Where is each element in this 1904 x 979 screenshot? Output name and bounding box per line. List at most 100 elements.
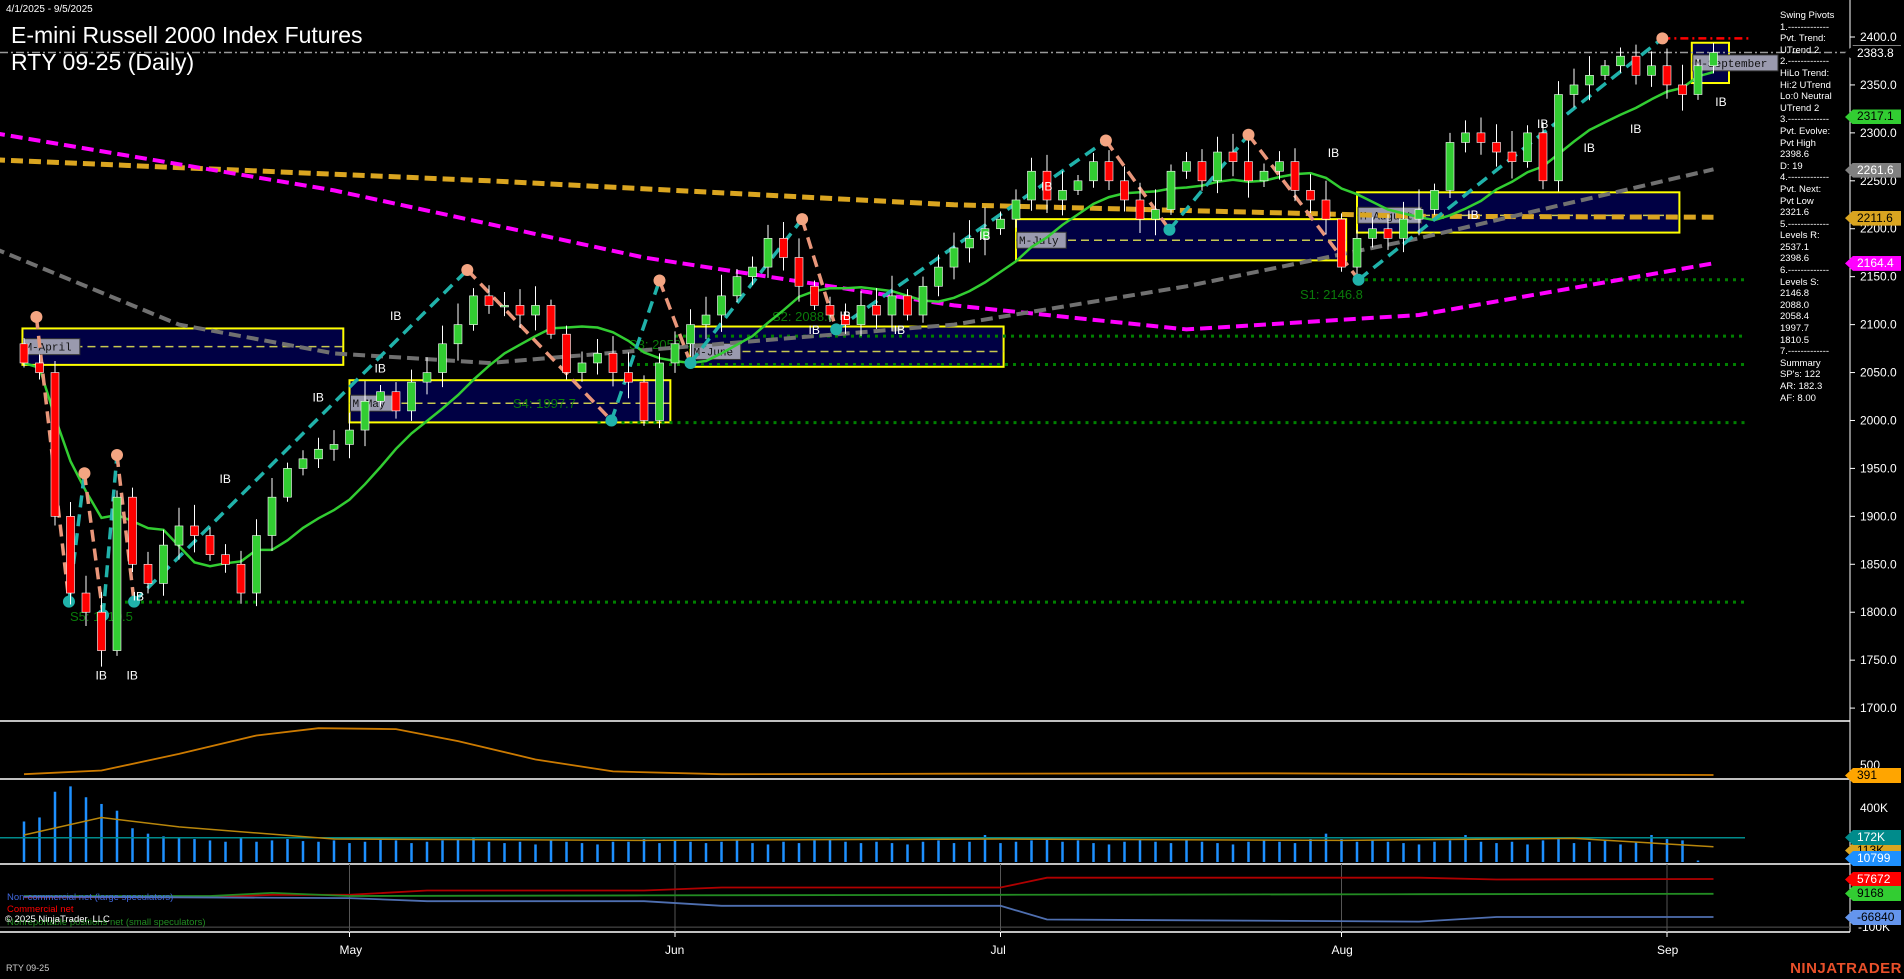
ib-label: IB [1041, 179, 1052, 193]
y-tick-label: 2000.0 [1860, 413, 1897, 427]
candle-down [19, 343, 29, 364]
candle-up [1352, 238, 1362, 268]
y-tick-label: 1800.0 [1860, 605, 1897, 619]
info-line: Pvt. Trend: [1780, 33, 1826, 45]
candle-down [1507, 151, 1517, 162]
y-tick-label: 1850.0 [1860, 557, 1897, 571]
indicator-value-tag: 172K [1845, 830, 1901, 845]
swing-high-marker [78, 467, 91, 480]
indicator-value-tag: 10799 [1845, 851, 1901, 866]
info-line: Lo:0 Neutral [1780, 91, 1832, 103]
info-line: Levels R: [1780, 230, 1820, 242]
price-chart[interactable]: 2400.02350.02300.02250.02200.02150.02100… [0, 0, 1904, 979]
candle-up [1647, 65, 1656, 76]
candle-down [81, 592, 91, 613]
info-line: 2088.0 [1780, 299, 1810, 311]
candle-up [577, 362, 587, 373]
candle-down [1383, 228, 1393, 239]
candle-up [1414, 209, 1424, 220]
swing-high-marker [1656, 32, 1669, 45]
swing-high-marker [796, 213, 809, 226]
swing-up-leg [1168, 133, 1250, 231]
swing-low-marker [605, 414, 618, 427]
candle-down [66, 516, 75, 594]
candle-down [1321, 199, 1331, 220]
info-line: 3.------------- [1780, 114, 1830, 126]
ib-label: IB [809, 323, 820, 337]
candle-up [1275, 161, 1284, 172]
info-line: SP's: 122 [1780, 369, 1821, 381]
candle-down [515, 305, 525, 316]
candle-up [593, 353, 602, 364]
candle-up [887, 295, 897, 316]
candle-up [1213, 151, 1222, 182]
candle-up [438, 343, 447, 373]
candle-down [1244, 161, 1253, 182]
swing-high-marker [30, 310, 43, 323]
y-tick-label: 2300.0 [1860, 126, 1897, 140]
candle-up [1523, 132, 1532, 162]
candle-up [1600, 65, 1610, 76]
candle-up [670, 343, 680, 364]
candle-down [779, 238, 788, 258]
candle-down [1631, 55, 1641, 76]
swing-low-marker [62, 595, 75, 608]
candle-down [1135, 199, 1145, 220]
symbol-label: RTY 09-25 [6, 963, 50, 973]
ib-label: IB [1715, 95, 1726, 109]
indicator-value-tag: 57672 [1845, 872, 1901, 887]
candle-up [422, 372, 432, 383]
candle-down [97, 611, 106, 651]
oscillator-line [23, 727, 1714, 776]
candle-down [128, 496, 137, 565]
indicator-value-tag: 391 [1845, 768, 1901, 783]
candle-up [1399, 218, 1408, 239]
info-line: 1810.5 [1780, 334, 1810, 346]
ib-label: IB [894, 323, 905, 337]
info-line: 1.------------- [1780, 21, 1830, 33]
candle-up [1058, 190, 1067, 201]
candle-up [314, 448, 323, 460]
candle-up [763, 238, 773, 268]
swing-low-marker [1163, 223, 1176, 236]
info-line: 2398.6 [1780, 253, 1810, 265]
chart-title: E-mini Russell 2000 Index Futures [11, 22, 363, 48]
cot-noncommercial-line [23, 895, 1714, 923]
swing-high-marker [111, 448, 123, 461]
candle-down [391, 391, 401, 412]
info-line: 4.------------- [1780, 172, 1830, 184]
info-line: 2058.4 [1780, 311, 1810, 323]
x-tick-label: Jun [665, 943, 684, 957]
candle-down [221, 554, 230, 565]
x-tick-label: Aug [1332, 943, 1353, 957]
y-tick-label: 1750.0 [1860, 653, 1897, 667]
info-line: Levels S: [1780, 276, 1820, 288]
legend-noncommercial: Non-commercial net (large speculators) [7, 892, 174, 903]
candle-up [1182, 161, 1191, 172]
x-tick-label: Sep [1657, 943, 1679, 957]
candle-up [1693, 65, 1703, 95]
candle-up [965, 238, 974, 249]
info-line: AF: 8.00 [1780, 392, 1816, 404]
candle-down [1306, 190, 1315, 201]
ib-label: IB [96, 668, 107, 682]
candle-up [112, 496, 122, 651]
price-tag: 2383.8 [1845, 45, 1901, 61]
support-label: S1: 2146.8 [1300, 287, 1363, 302]
box-label: M-April [25, 343, 71, 355]
candle-up [1027, 170, 1036, 201]
candle-up [159, 544, 168, 584]
y-tick-label: 2050.0 [1860, 366, 1897, 380]
candle-up [1259, 170, 1269, 182]
swing-pivots-info-panel: Swing Pivots 1.------------- Pvt. Trend: UT… [1780, 10, 1834, 404]
info-line: Pvt Low [1780, 195, 1814, 207]
candle-up [407, 381, 416, 412]
candle-up [655, 362, 664, 421]
candle-up [1073, 180, 1083, 191]
info-line: Pvt. Next: [1780, 183, 1822, 195]
info-line: 2146.8 [1780, 288, 1810, 300]
ib-label: IB [133, 590, 144, 604]
candle-down [1120, 180, 1129, 201]
candle-down [825, 305, 835, 316]
candle-up [732, 276, 742, 297]
